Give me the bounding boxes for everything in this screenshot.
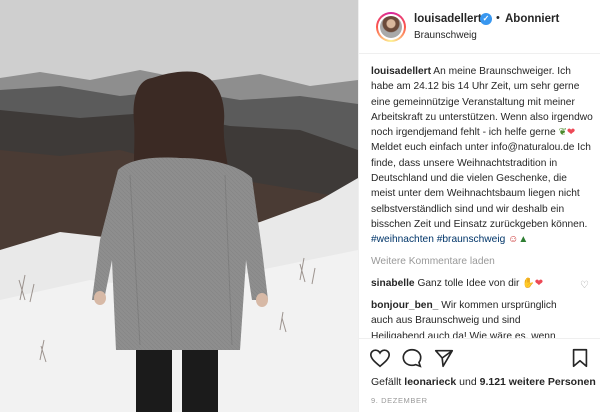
comment-username[interactable]: bonjour_ben_: [371, 300, 438, 311]
share-icon[interactable]: [433, 347, 455, 369]
santa-emoji-icon: ☺: [508, 234, 519, 246]
avatar-image: [380, 16, 402, 38]
follow-button[interactable]: Abonniert: [505, 13, 559, 25]
load-more-comments-link[interactable]: Weitere Kommentare laden: [371, 254, 593, 269]
header-separator: •: [496, 12, 500, 24]
post-header: louisadellert ✓ • Abonniert Braunschweig: [359, 0, 600, 54]
post-photo[interactable]: [0, 0, 358, 412]
comment-item: bonjour_ben_ Wir kommen ursprünglich auc…: [371, 298, 593, 338]
username-link[interactable]: louisadellert: [414, 13, 482, 25]
heart-icon[interactable]: [369, 347, 391, 369]
hashtag-braunschweig[interactable]: #braunschweig: [437, 234, 506, 245]
leaf-emoji-icon: ❦: [558, 127, 567, 139]
location-link[interactable]: Braunschweig: [414, 30, 477, 41]
praying-hands-emoji-icon: ✋: [522, 277, 535, 289]
likes-prefix: Gefällt: [371, 376, 402, 388]
comment-username[interactable]: sinabelle: [371, 278, 415, 289]
comment-text: Ganz tolle Idee von dir: [417, 277, 520, 289]
caption-username[interactable]: louisadellert: [371, 66, 431, 77]
hashtag-weihnachten[interactable]: #weihnachten: [371, 234, 434, 245]
likes-user-link[interactable]: leonarieck: [404, 376, 456, 388]
instagram-post: louisadellert ✓ • Abonniert Braunschweig…: [0, 0, 600, 412]
caption-text-part-2: Meldet euch einfach unter info@naturalou…: [371, 142, 591, 230]
likes-summary: Gefällt leonarieck und 9.121 weitere Per…: [371, 376, 596, 388]
red-heart-emoji-icon: ❤: [534, 277, 544, 289]
post-date[interactable]: 9. DEZEMBER: [371, 396, 428, 405]
post-actions: Gefällt leonarieck und 9.121 weitere Per…: [359, 338, 600, 412]
likes-count-link[interactable]: 9.121 weitere Personen: [480, 376, 596, 388]
snowy-landscape-image: [0, 0, 358, 412]
red-heart-emoji-icon: ❤: [566, 127, 576, 139]
post-sidebar: louisadellert ✓ • Abonniert Braunschweig…: [358, 0, 600, 412]
avatar[interactable]: [376, 12, 406, 42]
like-comment-heart-icon[interactable]: ♡: [580, 278, 589, 293]
bookmark-icon[interactable]: [569, 347, 591, 369]
post-caption: louisadellert An meine Braunschweiger. I…: [371, 64, 593, 248]
comment-item: sinabelle Ganz tolle Idee von dir ✋❤ ♡: [371, 276, 593, 291]
christmas-tree-emoji-icon: ▲: [518, 234, 529, 246]
comment-icon[interactable]: [401, 347, 423, 369]
likes-middle: und: [459, 376, 477, 388]
verified-badge-icon: ✓: [480, 13, 492, 25]
comments-section: louisadellert An meine Braunschweiger. I…: [371, 64, 593, 338]
